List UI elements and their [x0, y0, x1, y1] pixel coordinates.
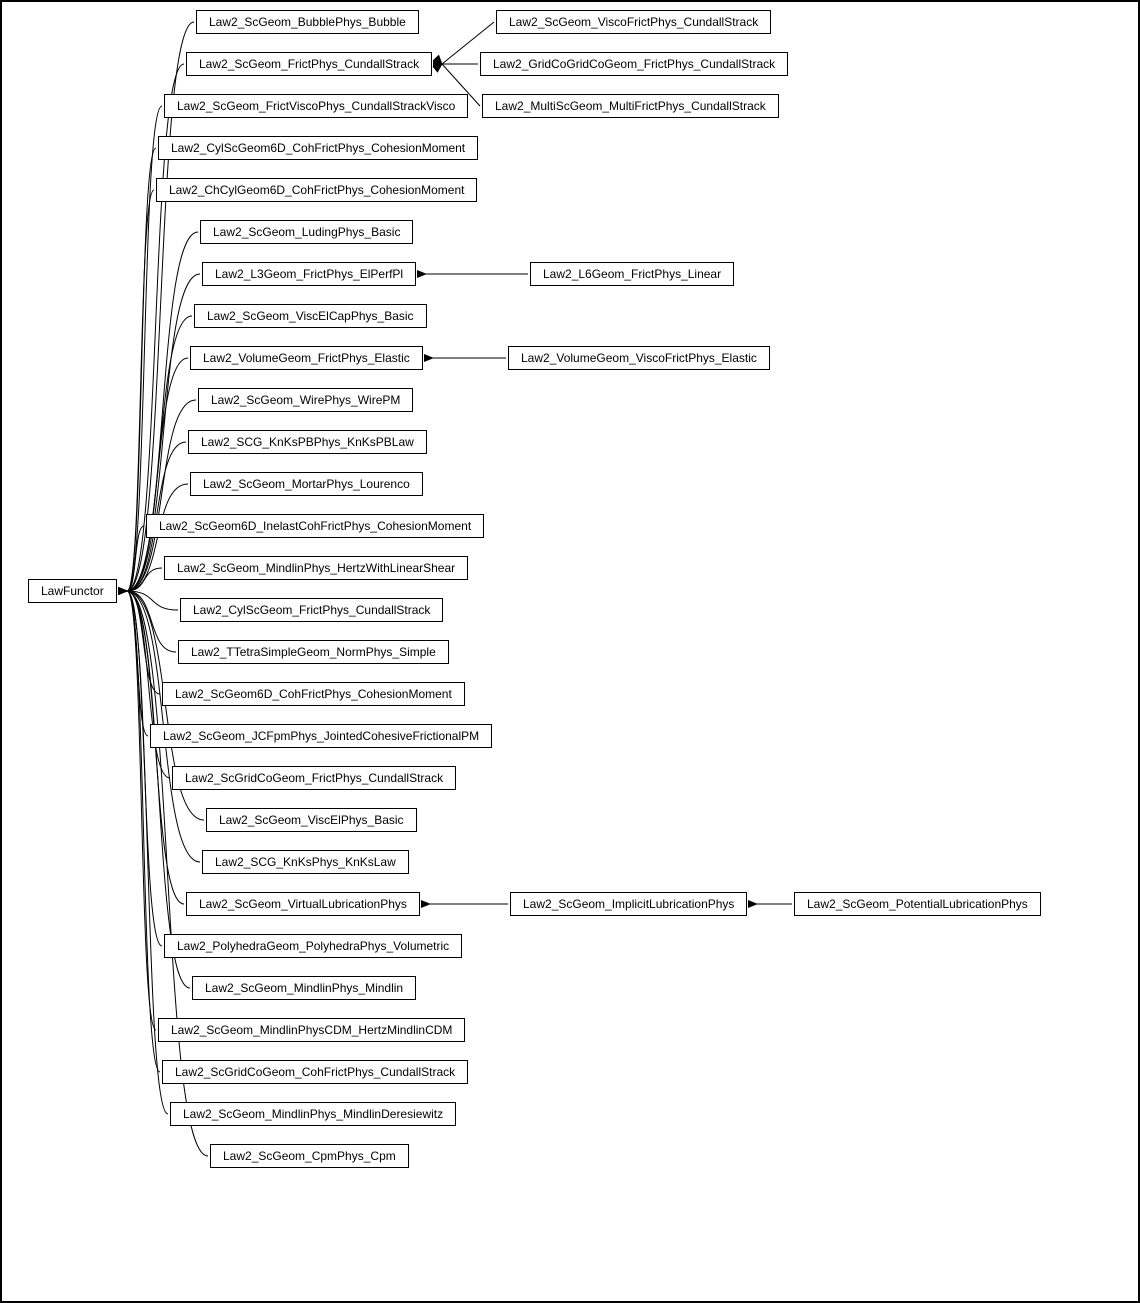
class-node[interactable]: Law2_VolumeGeom_ViscoFrictPhys_Elastic [508, 346, 770, 370]
class-node[interactable]: Law2_GridCoGridCoGeom_FrictPhys_CundallS… [480, 52, 788, 76]
class-node[interactable]: Law2_ScGeom_MortarPhys_Lourenco [190, 472, 423, 496]
class-node[interactable]: Law2_ScGeom_MindlinPhys_MindlinDeresiewi… [170, 1102, 456, 1126]
class-node[interactable]: Law2_CylScGeom6D_CohFrictPhys_CohesionMo… [158, 136, 478, 160]
class-node[interactable]: Law2_ScGridCoGeom_CohFrictPhys_CundallSt… [162, 1060, 468, 1084]
class-node[interactable]: Law2_ChCylGeom6D_CohFrictPhys_CohesionMo… [156, 178, 477, 202]
class-node[interactable]: Law2_ScGeom6D_InelastCohFrictPhys_Cohesi… [146, 514, 484, 538]
class-node[interactable]: Law2_ScGeom_BubblePhys_Bubble [196, 10, 419, 34]
class-node[interactable]: Law2_L3Geom_FrictPhys_ElPerfPl [202, 262, 416, 286]
diagram-frame: LawFunctor Law2_ScGeom_BubblePhys_Bubble L… [0, 0, 1140, 1303]
class-node[interactable]: Law2_SCG_KnKsPhys_KnKsLaw [202, 850, 409, 874]
class-node[interactable]: Law2_ScGeom_LudingPhys_Basic [200, 220, 413, 244]
class-node[interactable]: Law2_SCG_KnKsPBPhys_KnKsPBLaw [188, 430, 427, 454]
class-node[interactable]: Law2_ScGeom_FrictPhys_CundallStrack [186, 52, 432, 76]
class-node[interactable]: Law2_ScGeom6D_CohFrictPhys_CohesionMomen… [162, 682, 465, 706]
class-node[interactable]: Law2_ScGeom_JCFpmPhys_JointedCohesiveFri… [150, 724, 492, 748]
class-node[interactable]: Law2_VolumeGeom_FrictPhys_Elastic [190, 346, 423, 370]
class-node[interactable]: Law2_ScGeom_PotentialLubricationPhys [794, 892, 1041, 916]
class-node[interactable]: Law2_ScGeom_ViscoFrictPhys_CundallStrack [496, 10, 771, 34]
class-node[interactable]: Law2_L6Geom_FrictPhys_Linear [530, 262, 734, 286]
class-node[interactable]: LawFunctor [28, 579, 117, 603]
class-node[interactable]: Law2_CylScGeom_FrictPhys_CundallStrack [180, 598, 443, 622]
class-node[interactable]: Law2_ScGeom_WirePhys_WirePM [198, 388, 413, 412]
class-node[interactable]: Law2_ScGeom_MindlinPhys_HertzWithLinearS… [164, 556, 468, 580]
class-node[interactable]: Law2_PolyhedraGeom_PolyhedraPhys_Volumet… [164, 934, 462, 958]
class-node[interactable]: Law2_ScGeom_ImplicitLubricationPhys [510, 892, 747, 916]
class-node[interactable]: Law2_ScGeom_ViscElCapPhys_Basic [194, 304, 427, 328]
class-node[interactable]: Law2_ScGeom_FrictViscoPhys_CundallStrack… [164, 94, 468, 118]
class-node[interactable]: Law2_MultiScGeom_MultiFrictPhys_CundallS… [482, 94, 779, 118]
class-node[interactable]: Law2_TTetraSimpleGeom_NormPhys_Simple [178, 640, 449, 664]
class-node[interactable]: Law2_ScGeom_MindlinPhysCDM_HertzMindlinC… [158, 1018, 465, 1042]
class-node[interactable]: Law2_ScGeom_MindlinPhys_Mindlin [192, 976, 416, 1000]
class-node[interactable]: Law2_ScGeom_ViscElPhys_Basic [206, 808, 417, 832]
class-node[interactable]: Law2_ScGeom_CpmPhys_Cpm [210, 1144, 409, 1168]
class-node[interactable]: Law2_ScGridCoGeom_FrictPhys_CundallStrac… [172, 766, 456, 790]
class-node[interactable]: Law2_ScGeom_VirtualLubricationPhys [186, 892, 420, 916]
